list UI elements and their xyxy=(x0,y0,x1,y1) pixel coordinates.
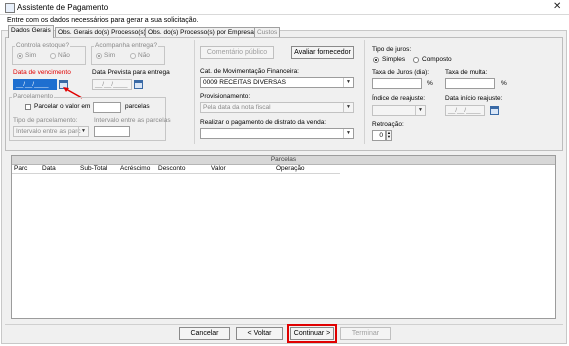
avaliar-fornecedor-button[interactable]: Avaliar fornecedor xyxy=(291,46,354,59)
controla-estoque-label: Controla estoque? xyxy=(15,42,71,49)
indice-reajuste-label: Índice de reajuste: xyxy=(372,95,426,102)
juros-simples-label: Simples xyxy=(382,56,406,63)
column-header[interactable]: Valor xyxy=(211,165,226,173)
controla-sim-radio xyxy=(17,53,23,59)
juros-composto-label: Composto xyxy=(422,56,452,63)
cat-mov-label: Cat. de Movimentação Financeira: xyxy=(200,68,299,75)
tipo-juros-label: Tipo de juros: xyxy=(372,46,412,53)
tipo-parcelamento-value: Intervalo entre as parc xyxy=(16,128,81,135)
data-vencimento-label: Data de vencimento xyxy=(13,69,71,76)
retroacao-label: Retroação: xyxy=(372,121,404,128)
parcelamento-label: Parcelamento xyxy=(12,93,55,100)
provisionamento-label: Provisionamento: xyxy=(200,93,251,100)
tab-dados-gerais[interactable]: Dados Gerais xyxy=(8,25,54,38)
parcelas-field[interactable] xyxy=(93,102,121,113)
chevron-down-icon: ▼ xyxy=(415,106,425,115)
acompanha-sim-label: Sim xyxy=(104,52,116,59)
cancel-button[interactable]: Cancelar xyxy=(179,327,230,340)
parcelas-grid xyxy=(11,155,556,319)
footer-divider xyxy=(5,324,563,325)
retroacao-field[interactable]: 0 xyxy=(372,130,386,141)
calendar-icon[interactable] xyxy=(490,106,499,115)
data-vencimento-field[interactable]: __/__/____ xyxy=(13,79,57,90)
juros-composto-radio[interactable] xyxy=(413,57,419,63)
parcelar-checkbox[interactable] xyxy=(25,104,31,110)
indice-reajuste-select[interactable]: ▼ xyxy=(372,105,426,116)
app-icon xyxy=(5,3,15,13)
separator xyxy=(364,40,365,144)
continue-highlight xyxy=(287,324,337,343)
controla-nao-radio xyxy=(50,53,56,59)
column-header[interactable]: Data xyxy=(42,165,56,173)
provisionamento-value: Pela data da nota fiscal xyxy=(203,104,271,111)
acompanha-entrega-label: Acompanha entrega? xyxy=(94,42,159,49)
acompanha-nao-radio xyxy=(130,53,136,59)
calendar-icon[interactable] xyxy=(134,80,143,89)
acompanha-nao-label: Não xyxy=(138,52,150,59)
realizar-pagamento-select[interactable]: ▼ xyxy=(200,128,354,139)
comentario-publico-button[interactable]: Comentário público xyxy=(200,46,274,59)
tipo-parcelamento-label: Tipo de parcelamento: xyxy=(13,117,78,124)
taxa-multa-label: Taxa de multa: xyxy=(445,69,488,76)
cat-mov-select[interactable]: 0009 RECEITAS DIVERSAS ▼ xyxy=(200,77,354,88)
realizar-pagamento-label: Realizar o pagamento de distrato da vend… xyxy=(200,119,327,126)
chevron-down-icon: ▼ xyxy=(78,127,88,136)
data-inicio-reajuste-label: Data início reajuste: xyxy=(445,95,503,102)
column-header[interactable]: Parc xyxy=(14,165,27,173)
taxa-juros-percent: % xyxy=(427,80,433,87)
provisionamento-select[interactable]: Pela data da nota fiscal ▼ xyxy=(200,102,354,113)
taxa-multa-field[interactable] xyxy=(445,78,495,89)
spin-arrows-icon[interactable]: ▲ ▼ xyxy=(386,130,392,141)
cat-mov-value: 0009 RECEITAS DIVERSAS xyxy=(203,79,286,86)
chevron-down-icon: ▼ xyxy=(343,103,353,112)
juros-simples-radio[interactable] xyxy=(373,57,379,63)
column-header[interactable]: Acréscimo xyxy=(120,165,150,173)
column-header[interactable]: Operação xyxy=(276,165,305,173)
tipo-parcelamento-select[interactable]: Intervalo entre as parc ▼ xyxy=(13,126,89,137)
parcelas-suffix: parcelas xyxy=(125,103,150,110)
parcelas-grid-title: Parcelas xyxy=(12,156,555,165)
column-header[interactable]: Sub-Total xyxy=(80,165,107,173)
finish-button: Terminar xyxy=(340,327,391,340)
taxa-juros-field[interactable] xyxy=(372,78,422,89)
intervalo-label: Intervalo entre as parcelas xyxy=(94,117,171,124)
data-inicio-reajuste-field[interactable]: __/__/____ xyxy=(445,105,485,116)
back-button[interactable]: < Voltar xyxy=(236,327,283,340)
intervalo-field[interactable] xyxy=(94,126,130,137)
data-prevista-label: Data Prevista para entrega xyxy=(92,69,170,76)
instruction-text: Entre com os dados necessários para gera… xyxy=(7,17,199,24)
data-prevista-field[interactable]: __/__/____ xyxy=(92,79,132,90)
separator xyxy=(194,40,195,144)
window-title: Assistente de Pagamento xyxy=(17,3,109,12)
chevron-down-icon: ▼ xyxy=(343,129,353,138)
chevron-down-icon: ▼ xyxy=(343,78,353,87)
taxa-juros-label: Taxa de Juros (dia): xyxy=(372,69,430,76)
taxa-multa-percent: % xyxy=(501,80,507,87)
column-header[interactable]: Desconto xyxy=(158,165,185,173)
parcelar-label: Parcelar o valor em xyxy=(34,103,91,110)
controla-sim-label: Sim xyxy=(25,52,37,59)
controla-nao-label: Não xyxy=(58,52,70,59)
close-icon[interactable]: ✕ xyxy=(553,1,561,12)
acompanha-sim-radio xyxy=(96,53,102,59)
